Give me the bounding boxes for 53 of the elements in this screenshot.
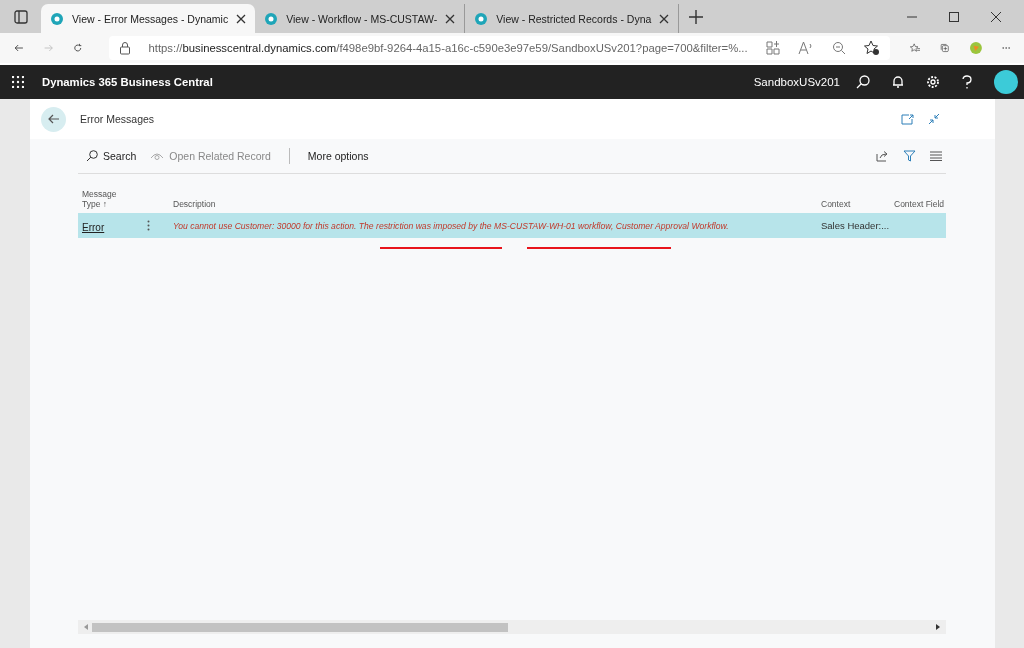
- tab-actions-icon[interactable]: [14, 9, 28, 24]
- collapse-icon[interactable]: [928, 113, 940, 125]
- environment-name: SandboxUSv201: [753, 76, 840, 88]
- filter-icon[interactable]: [903, 150, 916, 162]
- scroll-right-icon[interactable]: [936, 624, 940, 630]
- open-new-window-icon[interactable]: [901, 113, 914, 125]
- settings-icon[interactable]: [926, 75, 940, 89]
- table-row[interactable]: Error You cannot use Customer: 30000 for this action. The restriction was imposed by the MS-CUSTAW-WH-01 workflow, Customer Approval Workflow. Sales Header:...: [78, 213, 946, 238]
- site-icon: [264, 11, 279, 26]
- more-icon[interactable]: [1001, 46, 1011, 50]
- action-button[interactable]: More options: [307, 150, 369, 162]
- lock-icon: [118, 41, 131, 55]
- favorite-add-icon[interactable]: [863, 40, 880, 56]
- share-icon[interactable]: [876, 150, 889, 162]
- back-button[interactable]: [41, 106, 66, 132]
- back-arrow-icon: [47, 113, 60, 125]
- read-aloud-icon[interactable]: [797, 41, 814, 55]
- close-icon[interactable]: [445, 13, 456, 24]
- row-menu-icon[interactable]: [147, 219, 150, 231]
- app-launcher-icon[interactable]: [12, 76, 24, 88]
- eye-icon: [150, 151, 165, 161]
- site-icon: [50, 11, 64, 26]
- context-cell-text: Sales Header:...: [821, 220, 891, 231]
- page-title: Error Messages: [80, 113, 155, 125]
- message-type-link[interactable]: Error: [82, 221, 105, 233]
- close-icon[interactable]: [990, 10, 1002, 23]
- maximize-icon[interactable]: [948, 10, 960, 23]
- bell-icon[interactable]: [892, 75, 904, 89]
- scrollbar-thumb[interactable]: [92, 622, 508, 632]
- tab-title: View - Error Messages - Dynamic: [72, 12, 229, 25]
- column-header[interactable]: Message Type ↑: [78, 189, 137, 209]
- error-description: You cannot use Customer: 30000 for this action. The restriction was imposed by the MS-CUSTAW-WH-01 workflow, Customer Approval Workflow.: [172, 220, 730, 231]
- close-icon[interactable]: [659, 13, 670, 24]
- list-view-icon[interactable]: [930, 151, 942, 161]
- horizontal-scrollbar[interactable]: [78, 620, 946, 634]
- search-icon: [86, 150, 98, 162]
- help-icon[interactable]: [962, 75, 972, 89]
- site-icon: [474, 11, 489, 26]
- zoom-out-icon[interactable]: [831, 41, 846, 55]
- column-header[interactable]: Context Field: [894, 199, 946, 209]
- app-title: Dynamics 365 Business Central: [42, 76, 213, 88]
- address-bar[interactable]: https://businesscentral.dynamics.com/f498e9bf-9264-4a15-a16c-c590e3e97e59/SandboxUSv201?page=700&filter=%...: [108, 36, 890, 60]
- apps-icon[interactable]: [765, 41, 780, 55]
- browser-tab[interactable]: View - Error Messages - Dynamic: [41, 4, 256, 33]
- column-header[interactable]: Context: [821, 199, 894, 209]
- action-button[interactable]: Search: [86, 150, 137, 162]
- new-tab-icon[interactable]: [689, 9, 704, 24]
- tab-title: View - Restricted Records - Dyna: [496, 12, 652, 25]
- close-icon[interactable]: [236, 13, 247, 24]
- user-avatar[interactable]: [994, 70, 1018, 94]
- column-header[interactable]: Description: [169, 199, 821, 209]
- search-icon[interactable]: [856, 75, 870, 89]
- tab-title: View - Workflow - MS-CUSTAW-: [286, 12, 438, 25]
